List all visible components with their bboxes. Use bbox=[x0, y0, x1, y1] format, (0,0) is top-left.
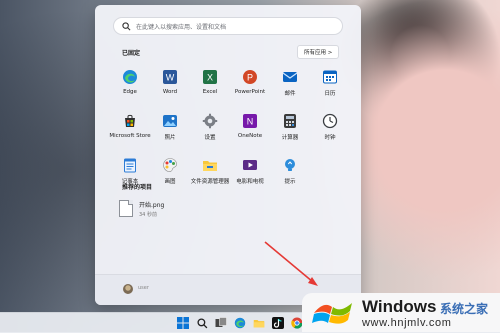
svg-text:N: N bbox=[247, 117, 254, 127]
pinned-app-word[interactable]: W Word bbox=[150, 67, 190, 102]
watermark-url: www.hnjmlv.com bbox=[362, 317, 452, 329]
avatar[interactable] bbox=[123, 284, 133, 294]
edge-icon bbox=[234, 317, 246, 329]
edge-icon bbox=[123, 70, 137, 84]
pinned-app-calendar[interactable]: 日历 bbox=[310, 67, 350, 102]
pinned-app-photos[interactable]: 照片 bbox=[150, 111, 190, 146]
pinned-app-edge[interactable]: Edge bbox=[110, 67, 150, 102]
svg-text:P: P bbox=[247, 73, 253, 83]
pinned-app-movies-tv[interactable]: 电影和电视 bbox=[230, 155, 270, 190]
user-name[interactable]: user bbox=[138, 285, 149, 291]
site-watermark: Windows 系统之家 www.hnjmlv.com bbox=[302, 293, 500, 332]
file-explorer-icon bbox=[253, 320, 265, 328]
taskbar-tiktok-button[interactable] bbox=[271, 316, 285, 330]
search-placeholder: 在此键入以搜索应用、设置和文档 bbox=[136, 23, 227, 31]
pinned-app-settings[interactable]: 设置 bbox=[190, 111, 230, 146]
pinned-app-file-explorer[interactable]: 文件资源管理器 bbox=[190, 155, 230, 190]
settings-icon bbox=[202, 113, 218, 129]
watermark-cn: 系统之家 bbox=[440, 302, 489, 316]
photos-icon bbox=[163, 115, 177, 127]
pinned-app-calculator[interactable]: 计算器 bbox=[270, 111, 310, 146]
paint-icon bbox=[163, 158, 177, 172]
start-icon bbox=[177, 317, 189, 329]
excel-icon: X bbox=[203, 70, 217, 84]
clock-icon bbox=[322, 113, 338, 129]
file-explorer-icon bbox=[203, 161, 217, 171]
pinned-app-tips[interactable]: 提示 bbox=[270, 155, 310, 190]
watermark-brand: Windows bbox=[362, 297, 437, 316]
onenote-icon: N bbox=[243, 114, 257, 128]
start-search-input[interactable]: 在此键入以搜索应用、设置和文档 bbox=[113, 17, 343, 35]
task-view-button[interactable] bbox=[214, 316, 228, 330]
task-view-icon bbox=[215, 317, 227, 327]
pinned-title: 已固定 bbox=[122, 50, 141, 57]
windows-logo-icon bbox=[312, 303, 352, 324]
svg-text:W: W bbox=[166, 73, 175, 83]
pinned-app-store[interactable]: Microsoft Store bbox=[109, 111, 151, 146]
store-icon bbox=[125, 114, 135, 127]
pinned-app-clock[interactable]: 时钟 bbox=[310, 111, 350, 146]
pinned-app-excel[interactable]: X Excel bbox=[190, 67, 230, 102]
powerpoint-icon: P bbox=[243, 70, 257, 84]
recommended-title: 推荐的项目 bbox=[122, 184, 153, 191]
mail-icon bbox=[282, 72, 298, 82]
movies-tv-icon bbox=[243, 160, 257, 170]
pinned-app-onenote[interactable]: N OneNote bbox=[230, 111, 270, 146]
taskbar-file-explorer-button[interactable] bbox=[252, 316, 266, 330]
taskbar-edge-button[interactable] bbox=[233, 316, 247, 330]
recommended-item-name: 开始.png bbox=[139, 202, 165, 209]
pinned-app-paint[interactable]: 画图 bbox=[150, 155, 190, 190]
start-menu: 在此键入以搜索应用、设置和文档 已固定 所有应用 > Edge W Word X… bbox=[95, 5, 361, 305]
search-icon bbox=[196, 317, 207, 328]
pinned-apps-grid: Edge W Word X Excel P PowerPoint 邮件 日历 M… bbox=[109, 67, 350, 190]
pinned-app-mail[interactable]: 邮件 bbox=[270, 67, 310, 102]
recommended-item-time: 34 秒前 bbox=[139, 212, 157, 218]
notepad-icon bbox=[124, 158, 136, 173]
start-button[interactable] bbox=[176, 316, 190, 330]
recommended-item[interactable]: 开始.png 34 秒前 bbox=[119, 200, 164, 218]
calculator-icon bbox=[284, 114, 296, 128]
calendar-icon bbox=[323, 70, 337, 84]
search-icon bbox=[122, 21, 131, 30]
taskbar-search-button[interactable] bbox=[195, 316, 209, 330]
tips-icon bbox=[285, 159, 295, 171]
svg-text:X: X bbox=[207, 73, 213, 83]
tiktok-icon bbox=[272, 317, 284, 329]
word-icon: W bbox=[163, 70, 177, 84]
all-apps-button[interactable]: 所有应用 > bbox=[297, 45, 340, 59]
image-file-icon bbox=[119, 200, 133, 217]
pinned-app-powerpoint[interactable]: P PowerPoint bbox=[230, 67, 270, 102]
